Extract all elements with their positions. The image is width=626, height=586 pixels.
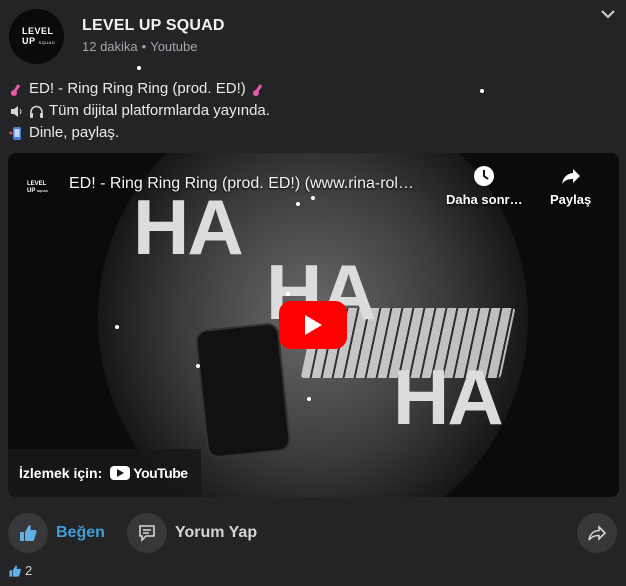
thumbnail-phone [196,324,290,457]
electric-guitar-icon [252,83,262,96]
thumbs-up-icon [20,525,37,541]
comment-icon-circle [127,513,167,553]
post-text-line: ED! - Ring Ring Ring (prod. ED!) [9,78,270,100]
avatar-text-line1: LEVEL [22,25,54,36]
youtube-logo: YouTube [110,465,188,481]
play-button[interactable] [279,301,347,349]
channel-logo[interactable]: LEVEL UP SQUAD [20,171,54,205]
comment-icon [139,525,155,542]
post-text: ED! - Ring Ring Ring (prod. ED!) Tüm dij… [9,78,270,144]
post-source: Youtube [150,39,198,54]
post-meta: 12 dakika • Youtube [82,39,197,54]
action-bar: Beğen Yorum Yap [0,512,626,554]
post-text-line: Dinle, paylaş. [9,122,270,144]
video-embed[interactable]: HA HA HA LEVEL UP SQUAD ED! - Ring Ring … [8,153,619,497]
channel-logo-line1: LEVEL [27,181,47,187]
channel-logo-line2: UP SQUAD [27,188,48,194]
sparkle-dot [115,325,119,329]
feed-post: LEVEL UP SQUAD LEVEL UP SQUAD 12 dakika •… [0,0,626,586]
like-icon-circle [8,513,48,553]
video-share-label: Paylaş [550,192,592,207]
video-share-button[interactable]: Paylaş [550,165,591,207]
youtube-wordmark: YouTube [133,465,188,481]
sparkle-dot [480,89,484,93]
chevron-down-icon[interactable] [600,8,616,20]
page-name[interactable]: LEVEL UP SQUAD [82,17,225,35]
headphone-icon [30,105,43,118]
avatar-text-line2: UP SQUAD [22,35,56,46]
reaction-summary[interactable]: 2 [8,563,32,578]
watch-later-button[interactable]: Daha sonr… [446,165,523,207]
electric-guitar-icon [10,83,21,96]
sparkle-dot [196,364,200,368]
like-button[interactable]: Beğen [8,512,105,554]
watch-on-youtube[interactable]: İzlemek için: YouTube [8,449,201,497]
like-label: Beğen [56,524,105,541]
page-avatar[interactable]: LEVEL UP SQUAD [9,9,64,64]
overlay-word: HA [393,353,504,441]
reaction-count: 2 [25,563,33,578]
play-icon [305,315,322,335]
comment-label: Yorum Yap [175,524,258,541]
overlay-word: HA [133,183,244,271]
mobile-icon [9,126,21,140]
thumbs-up-icon [9,564,21,577]
post-text-line3: Dinle, paylaş. [29,124,120,141]
post-text-line: Tüm dijital platformlarda yayında. [9,100,270,122]
comment-button[interactable]: Yorum Yap [127,512,257,554]
youtube-play-icon [110,466,131,480]
meta-separator: • [141,39,147,54]
share-icon [588,525,607,541]
post-text-line1: ED! - Ring Ring Ring (prod. ED!) [29,80,246,97]
share-icon-circle [577,513,617,553]
sparkle-dot [137,66,141,70]
share-arrow-icon [561,169,580,184]
post-text-line2: Tüm dijital platformlarda yayında. [49,102,270,119]
watch-later-label: Daha sonr… [446,192,523,207]
sparkle-dot [311,196,315,200]
sparkle-dot [296,202,300,206]
watch-on-label: İzlemek için: [19,465,103,481]
post-time[interactable]: 12 dakika [82,39,138,54]
sparkle-dot [286,292,290,296]
sparkle-dot [307,397,311,401]
clock-icon [474,166,495,186]
video-title[interactable]: ED! - Ring Ring Ring (prod. ED!) (www.ri… [69,175,439,193]
share-button[interactable] [577,512,617,554]
speaker-icon [11,105,22,117]
